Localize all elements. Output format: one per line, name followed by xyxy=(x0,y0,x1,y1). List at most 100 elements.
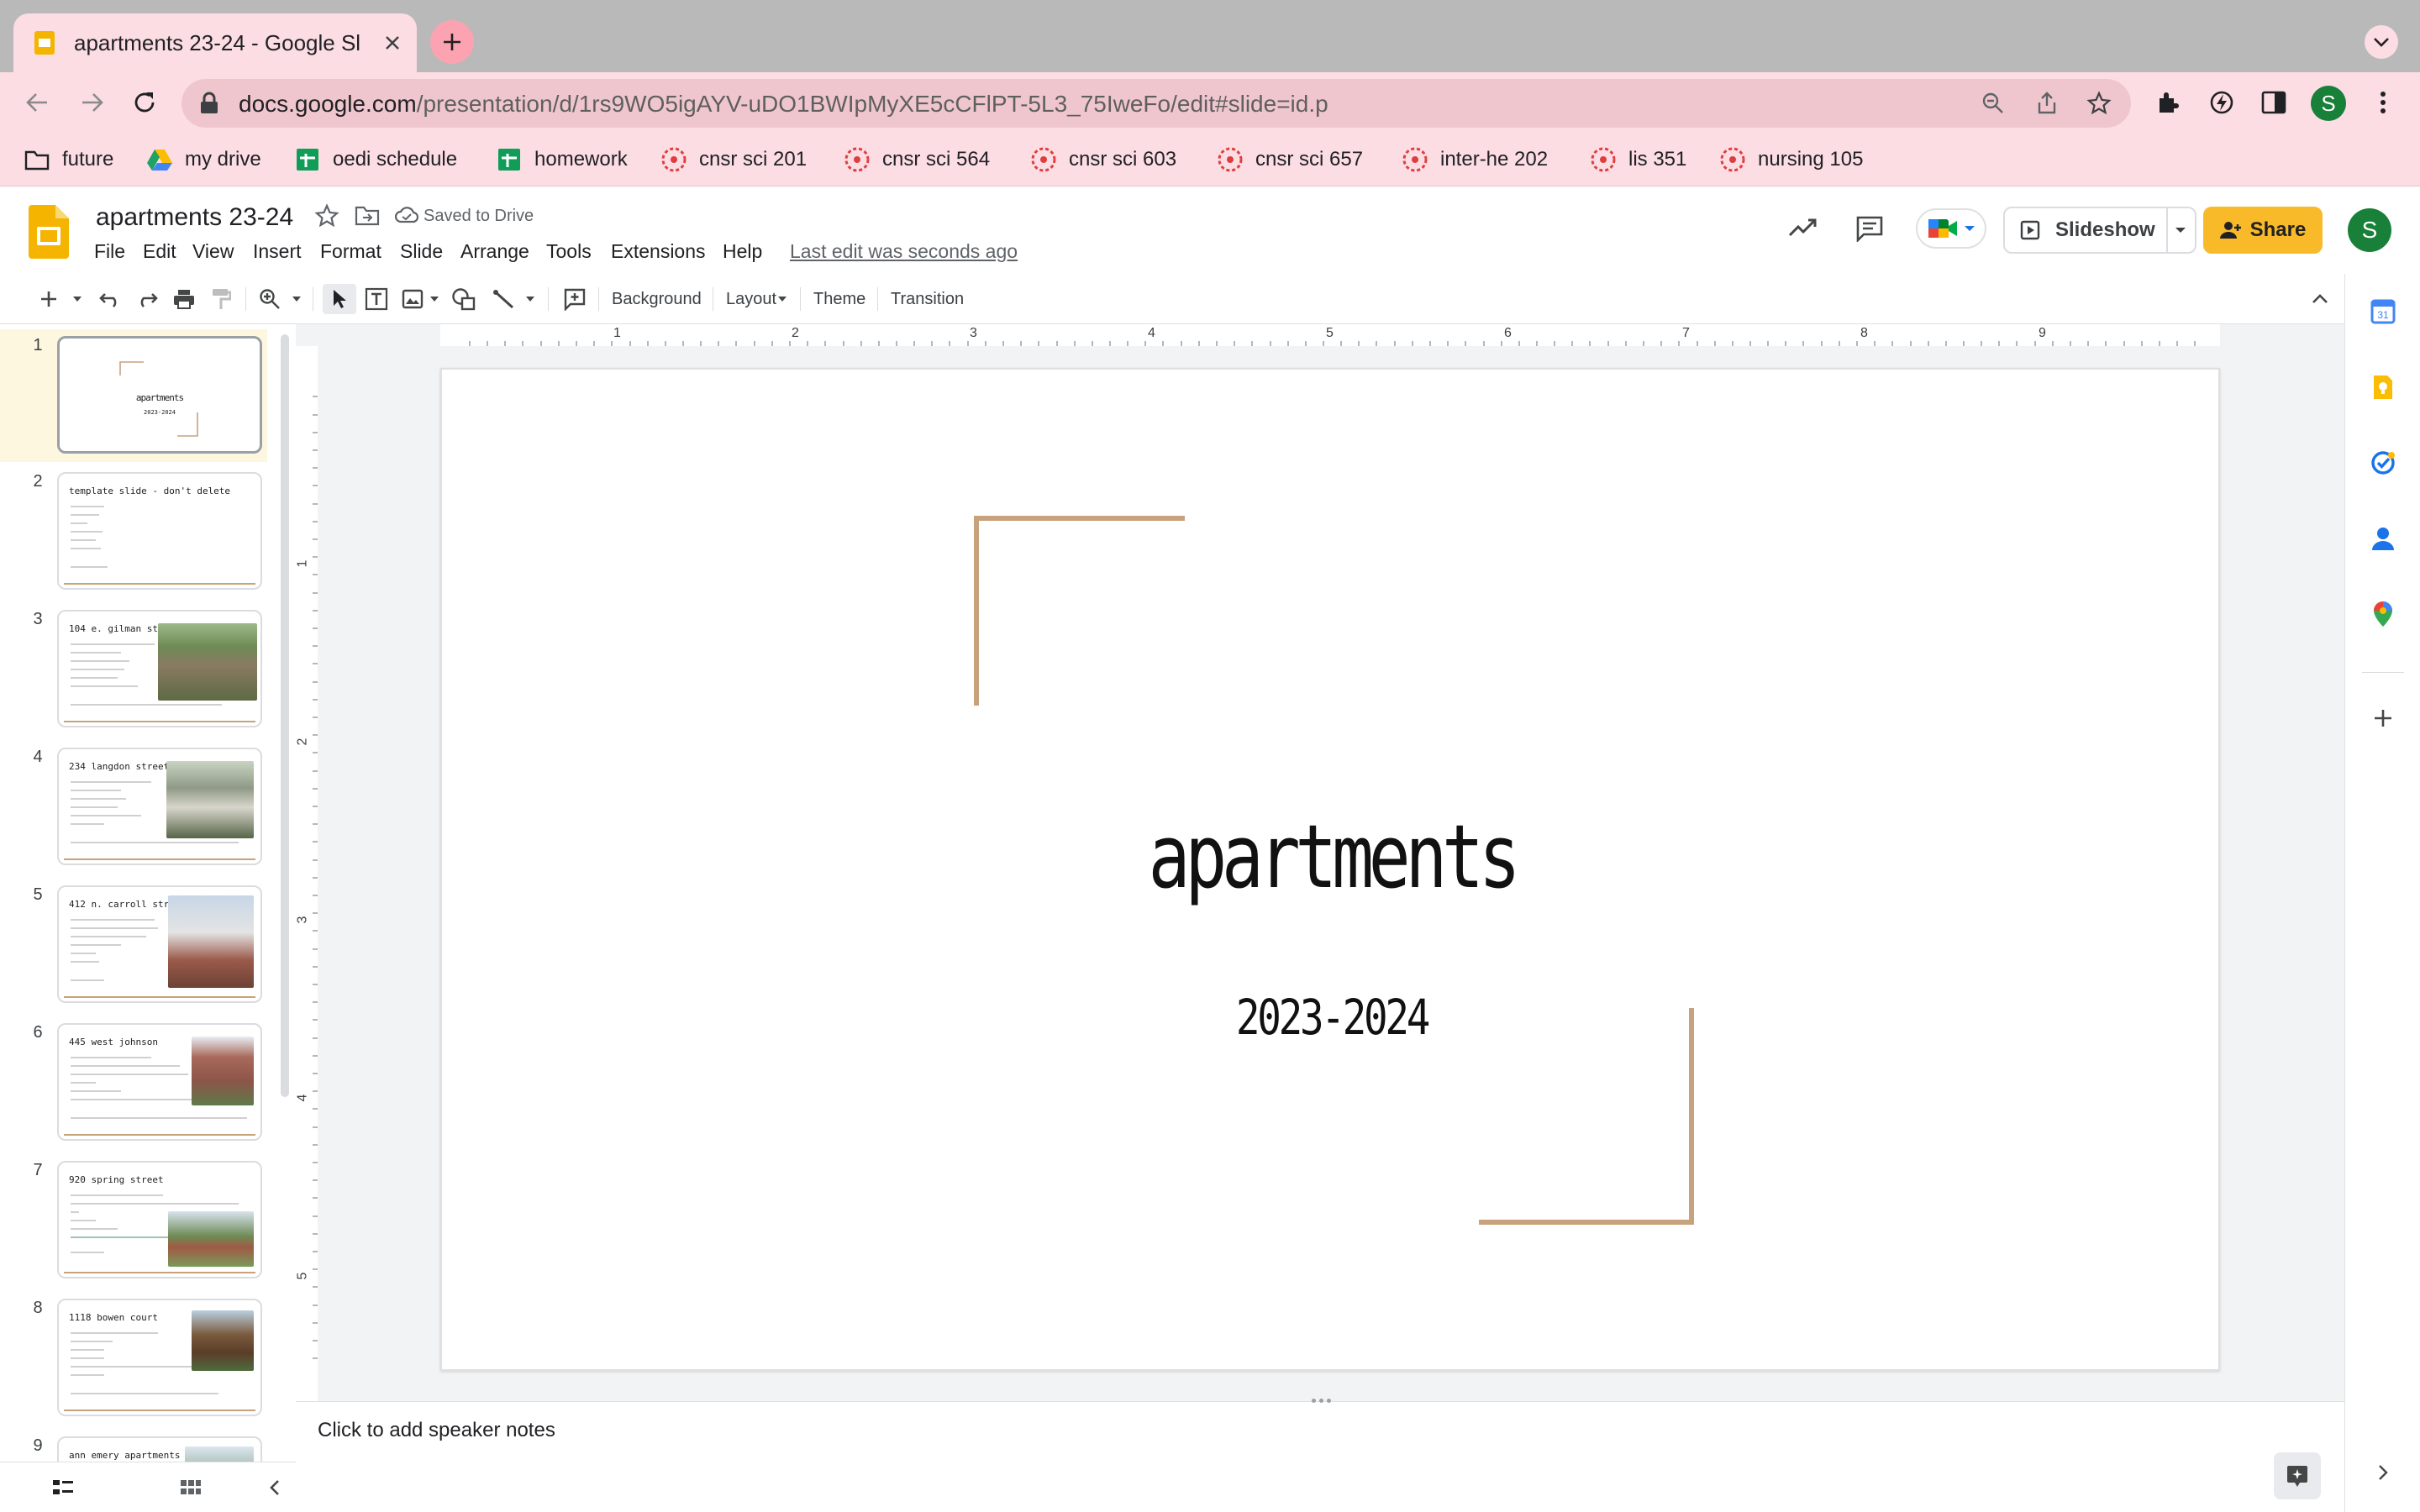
horizontal-ruler[interactable]: 1 2 3 4 5 6 7 8 9 xyxy=(296,324,2344,346)
bookmark-inter-he-202[interactable]: inter-he 202 xyxy=(1402,144,1548,175)
bookmark-star-icon[interactable] xyxy=(2086,90,2112,117)
chrome-menu-kebab-icon[interactable] xyxy=(2366,86,2400,119)
slide-thumbnail[interactable]: 1118 bowen court xyxy=(57,1299,262,1416)
bookmark-cnsr-sci-201[interactable]: cnsr sci 201 xyxy=(660,144,807,175)
address-bar[interactable]: docs.google.com/presentation/d/1rs9WO5ig… xyxy=(182,79,2131,128)
bookmark-my-drive[interactable]: my drive xyxy=(146,144,261,175)
document-title[interactable]: apartments 23-24 xyxy=(96,202,293,234)
menu-file[interactable]: File xyxy=(94,239,125,264)
tab-search-chevron-icon[interactable] xyxy=(2365,25,2398,59)
menu-arrange[interactable]: Arrange xyxy=(460,239,529,264)
extensions-puzzle-icon[interactable] xyxy=(2151,86,2185,119)
redo-icon[interactable] xyxy=(133,284,161,314)
zoom-icon[interactable] xyxy=(255,284,284,314)
menu-edit[interactable]: Edit xyxy=(143,239,176,264)
slide-canvas[interactable]: apartments 2023-2024 xyxy=(440,368,2220,1371)
print-icon[interactable] xyxy=(170,284,198,314)
text-box-icon[interactable] xyxy=(361,284,392,314)
menu-tools[interactable]: Tools xyxy=(546,239,592,264)
back-arrow-icon[interactable] xyxy=(20,86,54,119)
bookmark-oedi-schedule[interactable]: oedi schedule xyxy=(294,144,457,175)
google-slides-logo-icon[interactable] xyxy=(29,205,69,259)
side-panel-expand-chevron-icon[interactable] xyxy=(2365,1455,2401,1490)
speaker-notes-placeholder[interactable]: Click to add speaker notes xyxy=(318,1419,555,1442)
share-button[interactable]: Share xyxy=(2203,207,2323,254)
reload-icon[interactable] xyxy=(128,86,161,119)
bookmark-future[interactable]: future xyxy=(24,144,113,175)
slide-thumbnail[interactable]: ann emery apartments xyxy=(57,1436,262,1462)
bookmark-cnsr-sci-657[interactable]: cnsr sci 657 xyxy=(1217,144,1363,175)
meet-button[interactable] xyxy=(1916,208,1986,249)
zoom-icon[interactable] xyxy=(1980,90,2007,117)
add-comment-icon[interactable] xyxy=(560,284,590,314)
image-dropdown-icon[interactable] xyxy=(427,284,442,314)
filmstrip-view-icon[interactable] xyxy=(50,1476,76,1499)
slideshow-dropdown-icon[interactable] xyxy=(2166,207,2196,254)
slide-thumbnail[interactable]: 104 e. gilman street xyxy=(57,610,262,727)
insert-image-icon[interactable] xyxy=(398,284,427,314)
bookmark-nursing-105[interactable]: nursing 105 xyxy=(1719,144,1863,175)
select-cursor-icon[interactable] xyxy=(323,284,356,314)
browser-tab[interactable]: apartments 23-24 - Google Sli xyxy=(13,13,417,72)
cloud-saved-icon[interactable] xyxy=(395,205,418,225)
theme-button[interactable]: Theme xyxy=(813,286,865,312)
lock-icon[interactable] xyxy=(198,92,220,115)
menu-format[interactable]: Format xyxy=(320,239,381,264)
vertical-ruler[interactable]: 1 2 3 4 5 xyxy=(295,346,318,1401)
menu-extensions[interactable]: Extensions xyxy=(611,239,706,264)
account-avatar[interactable]: S xyxy=(2348,208,2391,252)
paint-format-icon[interactable] xyxy=(207,284,235,314)
move-folder-icon[interactable] xyxy=(355,205,380,227)
bookmark-cnsr-sci-603[interactable]: cnsr sci 603 xyxy=(1030,144,1176,175)
bookmark-lis-351[interactable]: lis 351 xyxy=(1590,144,1686,175)
activity-trend-icon[interactable] xyxy=(1788,215,1818,240)
slide-thumbnail[interactable]: 412 n. carroll street xyxy=(57,885,262,1003)
filmstrip-scrollbar[interactable] xyxy=(281,334,289,1097)
new-slide-plus-icon[interactable] xyxy=(37,284,60,314)
comments-icon[interactable] xyxy=(1855,215,1884,242)
line-dropdown-icon[interactable] xyxy=(523,284,538,314)
google-keep-icon[interactable] xyxy=(2365,370,2401,405)
side-panel-icon[interactable] xyxy=(2257,86,2291,119)
background-button[interactable]: Background xyxy=(612,286,702,312)
last-edit-link[interactable]: Last edit was seconds ago xyxy=(790,239,1018,264)
bookmark-cnsr-sci-564[interactable]: cnsr sci 564 xyxy=(844,144,990,175)
slide-thumbnail[interactable]: apartments 2023-2024 xyxy=(57,336,262,454)
zoom-dropdown-icon[interactable] xyxy=(289,284,304,314)
star-icon[interactable] xyxy=(314,203,339,228)
extension-bolt-icon[interactable] xyxy=(2205,86,2238,119)
layout-button[interactable]: Layout xyxy=(726,286,776,312)
menu-slide[interactable]: Slide xyxy=(400,239,443,264)
notes-resize-handle[interactable] xyxy=(1304,1399,1338,1405)
new-slide-dropdown-icon[interactable] xyxy=(69,284,86,314)
slide-thumbnail[interactable]: 445 west johnson xyxy=(57,1023,262,1141)
collapse-panel-chevron-left-icon[interactable] xyxy=(262,1476,287,1499)
undo-icon[interactable] xyxy=(96,284,124,314)
close-tab-icon[interactable] xyxy=(378,29,407,57)
google-tasks-icon[interactable] xyxy=(2365,445,2401,480)
slide-subtitle[interactable]: 2023-2024 xyxy=(602,988,2062,1047)
slideshow-button[interactable]: Slideshow xyxy=(2003,207,2168,254)
get-addons-plus-icon[interactable] xyxy=(2365,701,2401,736)
slide-title[interactable]: apartments xyxy=(620,806,2044,907)
slide-thumbnail[interactable]: 920 spring street xyxy=(57,1161,262,1278)
google-calendar-icon[interactable]: 31 xyxy=(2365,294,2401,329)
collapse-toolbar-chevron-up-icon[interactable] xyxy=(2307,284,2333,314)
slide-thumbnail[interactable]: 234 langdon street xyxy=(57,748,262,865)
layout-dropdown-icon[interactable] xyxy=(776,284,788,314)
menu-help[interactable]: Help xyxy=(723,239,762,264)
share-page-icon[interactable] xyxy=(2033,90,2060,117)
chrome-profile-avatar[interactable]: S xyxy=(2311,86,2346,121)
menu-view[interactable]: View xyxy=(192,239,234,264)
transition-button[interactable]: Transition xyxy=(891,286,964,312)
new-tab-button[interactable] xyxy=(430,20,474,64)
bookmark-homework[interactable]: homework xyxy=(496,144,628,175)
google-contacts-icon[interactable] xyxy=(2365,521,2401,556)
explore-button[interactable] xyxy=(2274,1452,2321,1499)
shape-icon[interactable] xyxy=(449,284,479,314)
slide-thumbnail[interactable]: template slide - don't delete xyxy=(57,472,262,590)
menu-insert[interactable]: Insert xyxy=(253,239,302,264)
grid-view-icon[interactable] xyxy=(178,1476,203,1499)
forward-arrow-icon[interactable] xyxy=(76,86,109,119)
line-icon[interactable] xyxy=(489,284,519,314)
